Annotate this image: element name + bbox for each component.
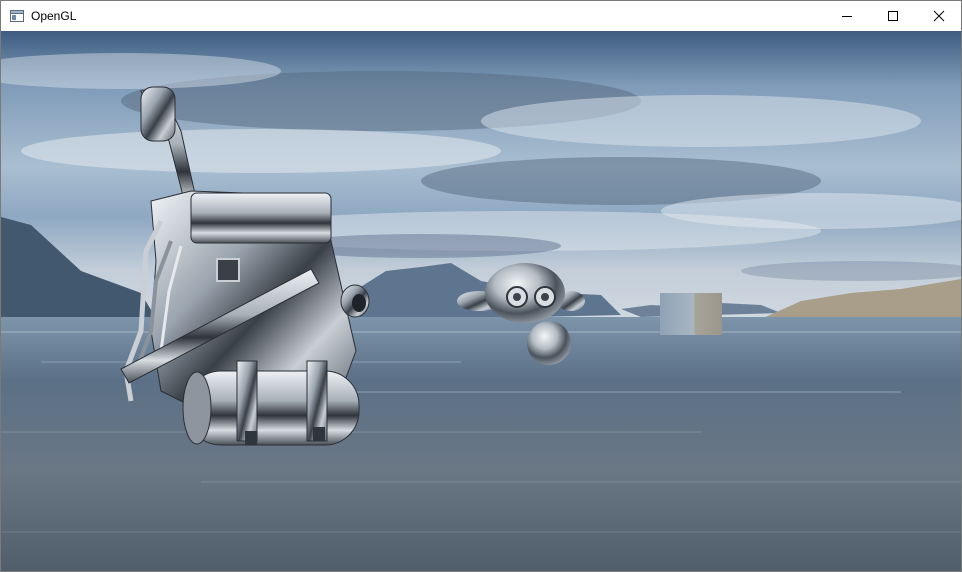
close-icon <box>933 10 945 22</box>
minimize-icon <box>841 10 853 22</box>
window-app-icon <box>10 9 24 22</box>
window-title: OpenGL <box>31 9 77 23</box>
maximize-icon <box>887 10 899 22</box>
scene-canvas <box>1 31 961 571</box>
reflective-cube <box>660 293 722 335</box>
opengl-window: OpenGL <box>0 0 962 572</box>
close-button[interactable] <box>916 1 962 31</box>
title-bar[interactable]: OpenGL <box>1 1 961 31</box>
opengl-render-viewport[interactable] <box>1 31 961 571</box>
minimize-button[interactable] <box>824 1 870 31</box>
maximize-button[interactable] <box>870 1 916 31</box>
